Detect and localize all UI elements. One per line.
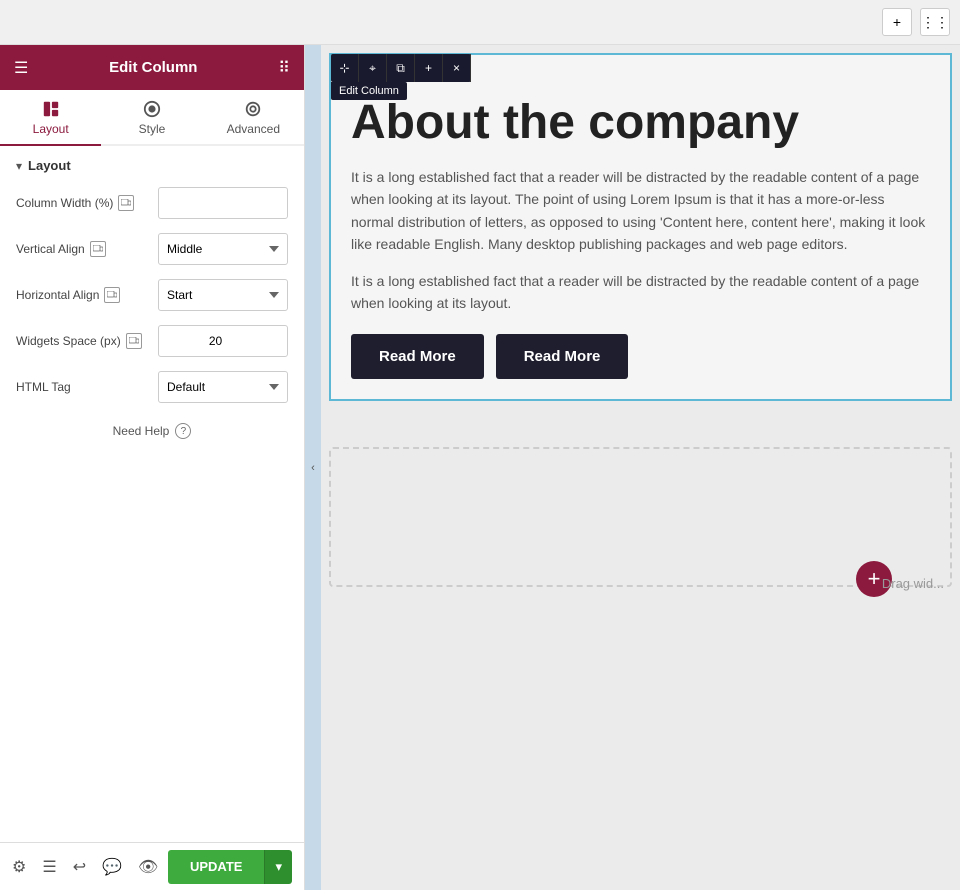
content-body-2: It is a long established fact that a rea…: [351, 270, 930, 315]
main-layout: ☰ Edit Column ⠿ Layout Style: [0, 45, 960, 890]
drag-widget-label: Drag wid...: [882, 576, 944, 591]
panel-body: ▾ Layout Column Width (%) Vertical Align: [0, 146, 304, 842]
cursor-icon: ⌖: [369, 61, 376, 76]
top-bar: + ⋮⋮: [0, 0, 960, 45]
buttons-row: Read More Read More: [351, 334, 930, 379]
close-icon: ×: [453, 61, 460, 75]
hamburger-icon[interactable]: ☰: [14, 58, 28, 78]
horizontal-align-select[interactable]: Start Center End: [158, 279, 288, 311]
widgets-space-input[interactable]: [158, 325, 288, 357]
add-widget-icon: +: [868, 566, 881, 592]
content-body-1: It is a long established fact that a rea…: [351, 166, 930, 256]
update-button-group: UPDATE ▾: [168, 850, 292, 884]
read-more-button-1[interactable]: Read More: [351, 334, 484, 379]
responsive-icon-ws: [126, 333, 142, 349]
html-tag-select[interactable]: Default div section article: [158, 371, 288, 403]
tab-style-label: Style: [139, 122, 166, 136]
panel-title: Edit Column: [109, 59, 197, 76]
column-cursor-button[interactable]: ⌖: [359, 54, 387, 82]
column-width-label: Column Width (%): [16, 195, 158, 211]
preview-icon[interactable]: 👁: [138, 857, 158, 877]
layers-icon[interactable]: ☰: [42, 857, 56, 877]
need-help-section: Need Help ?: [16, 423, 288, 439]
collapse-icon: ‹: [311, 462, 315, 474]
column-content: About the company It is a long establish…: [331, 55, 950, 399]
settings-icon[interactable]: ⚙: [12, 857, 26, 877]
update-arrow-button[interactable]: ▾: [264, 850, 292, 884]
column-width-row: Column Width (%): [16, 187, 288, 219]
layout-section-title: Layout: [28, 158, 71, 173]
drag-drop-zone: [329, 447, 952, 587]
panel-tabs: Layout Style Advanced: [0, 90, 304, 146]
grid-menu-icon[interactable]: ⠿: [278, 58, 290, 78]
horizontal-align-row: Horizontal Align Start Center End: [16, 279, 288, 311]
read-more-button-2[interactable]: Read More: [496, 334, 629, 379]
column-close-button[interactable]: ×: [443, 54, 471, 82]
collapse-handle[interactable]: ‹: [305, 45, 321, 890]
chevron-icon: ▾: [16, 159, 22, 173]
undo-icon[interactable]: ↩: [73, 857, 86, 877]
tab-layout-label: Layout: [33, 122, 69, 136]
html-tag-label: HTML Tag: [16, 380, 158, 394]
column-move-button[interactable]: ⊹: [331, 54, 359, 82]
responsive-icon-va: [90, 241, 106, 257]
widgets-space-label: Widgets Space (px): [16, 333, 158, 349]
vertical-align-row: Vertical Align Top Middle Bottom: [16, 233, 288, 265]
column-copy-button[interactable]: ⧉: [387, 54, 415, 82]
layout-section-header: ▾ Layout: [16, 158, 288, 173]
need-help-text: Need Help: [113, 424, 170, 438]
html-tag-row: HTML Tag Default div section article: [16, 371, 288, 403]
widgets-space-row: Widgets Space (px): [16, 325, 288, 357]
advanced-tab-icon: [244, 100, 262, 118]
tab-style[interactable]: Style: [101, 90, 202, 146]
column-tooltip: Edit Column: [331, 82, 407, 100]
update-button[interactable]: UPDATE: [168, 850, 264, 884]
tab-layout[interactable]: Layout: [0, 90, 101, 146]
canvas-section-1: ⊹ ⌖ ⧉ + × Edit Column About the company: [329, 53, 952, 401]
help-circle-icon[interactable]: ?: [175, 423, 191, 439]
plus-icon: +: [893, 14, 901, 30]
tab-advanced-label: Advanced: [227, 122, 280, 136]
grid-icon-top: ⋮⋮: [921, 14, 949, 31]
column-width-input[interactable]: [158, 187, 288, 219]
horizontal-align-label: Horizontal Align: [16, 287, 158, 303]
add-icon: +: [425, 61, 432, 75]
left-panel: ☰ Edit Column ⠿ Layout Style: [0, 45, 305, 890]
tab-advanced[interactable]: Advanced: [203, 90, 304, 146]
responsive-icon: [118, 195, 134, 211]
bottom-toolbar: ⚙ ☰ ↩ 💬 👁 UPDATE ▾: [0, 842, 304, 890]
vertical-align-label: Vertical Align: [16, 241, 158, 257]
grid-menu-top-button[interactable]: ⋮⋮: [920, 8, 950, 36]
style-tab-icon: [143, 100, 161, 118]
responsive-icon-ha: [104, 287, 120, 303]
top-bar-icons: + ⋮⋮: [882, 8, 950, 36]
bottom-left-icons: ⚙ ☰ ↩ 💬 👁: [12, 857, 158, 877]
canvas-section-2: + Drag wid...: [329, 417, 952, 617]
move-icon: ⊹: [339, 61, 349, 75]
content-title: About the company: [351, 95, 930, 150]
layout-tab-icon: [42, 100, 60, 118]
copy-icon: ⧉: [396, 61, 405, 76]
vertical-align-select[interactable]: Top Middle Bottom: [158, 233, 288, 265]
column-add-button[interactable]: +: [415, 54, 443, 82]
panel-header: ☰ Edit Column ⠿: [0, 45, 304, 90]
comments-icon[interactable]: 💬: [102, 857, 122, 877]
add-section-top-button[interactable]: +: [882, 8, 912, 36]
column-toolbar: ⊹ ⌖ ⧉ + × Edit Column: [331, 54, 471, 82]
content-area: ⊹ ⌖ ⧉ + × Edit Column About the company: [321, 45, 960, 890]
